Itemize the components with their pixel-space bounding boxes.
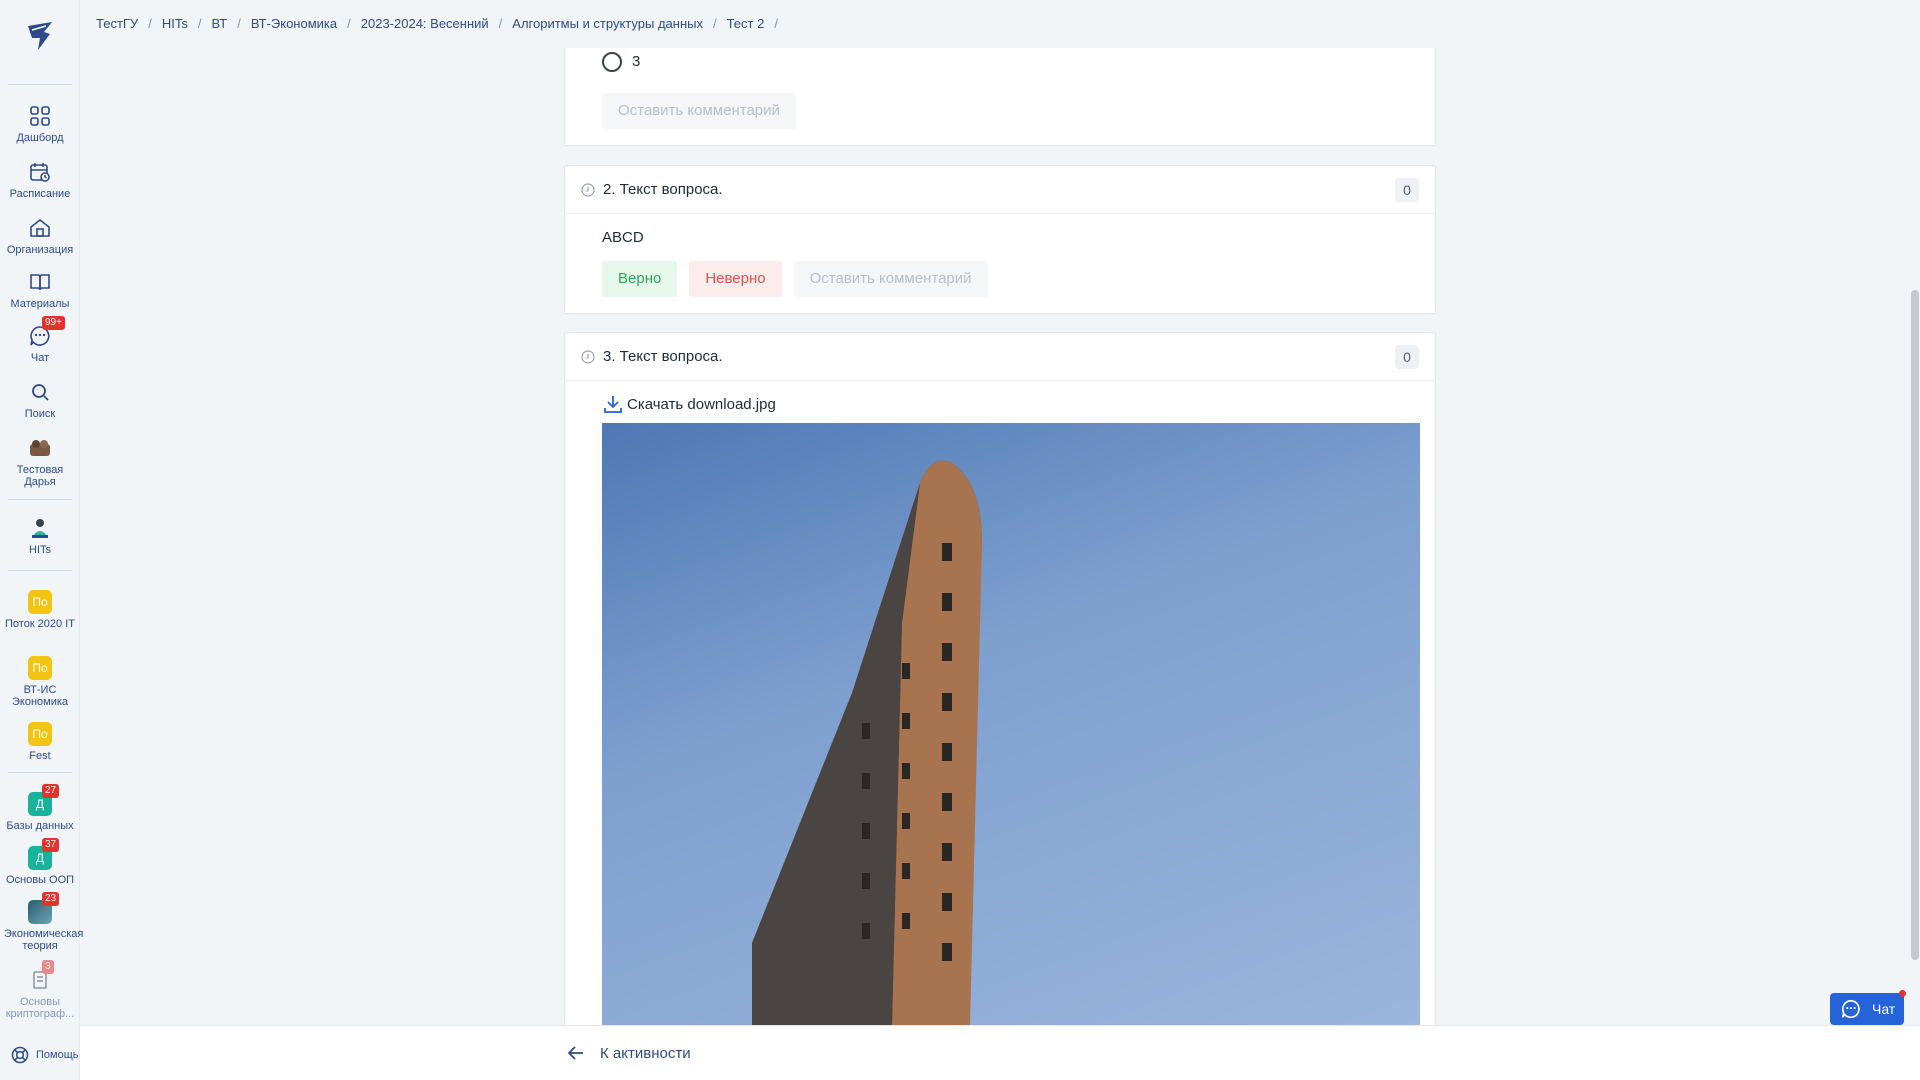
building-photo xyxy=(752,460,982,1025)
unread-badge: 99+ xyxy=(42,316,65,330)
sidebar-item-label: Расписание xyxy=(9,188,71,200)
dashboard-icon xyxy=(28,104,52,128)
course-avatar: Д 27 xyxy=(28,784,60,816)
sidebar-group-potok-2020[interactable]: По Поток 2020 IT xyxy=(0,590,80,630)
unread-badge: 27 xyxy=(42,784,60,798)
lifebuoy-icon xyxy=(11,1046,29,1064)
sidebar-divider xyxy=(8,772,72,773)
question-header: 3. Текст вопроса. 0 xyxy=(565,333,1435,381)
search-icon xyxy=(28,380,52,404)
sidebar-item-label: Тестовая Дарья xyxy=(16,464,64,488)
question-title: 2. Текст вопроса. xyxy=(603,181,723,198)
breadcrumb-item[interactable]: ТестГУ xyxy=(96,16,138,31)
sidebar-course-economics[interactable]: 23 Экономическая теория xyxy=(0,892,84,952)
sidebar-item-label: Экономическая теория xyxy=(4,928,84,952)
answer-radio[interactable] xyxy=(602,52,622,72)
home-icon xyxy=(28,216,52,240)
back-label: К активности xyxy=(600,1044,691,1062)
unread-badge: 3 xyxy=(42,960,54,974)
sidebar-item-label: ВТ-ИС Экономика xyxy=(11,684,69,708)
breadcrumb-item[interactable]: Алгоритмы и структуры данных xyxy=(512,16,703,31)
sidebar-divider xyxy=(8,570,72,571)
notification-dot xyxy=(1899,990,1906,997)
hits-logo-icon xyxy=(28,516,52,540)
footer-bar xyxy=(80,1025,1920,1080)
attached-image xyxy=(602,423,1420,1025)
sidebar-item-search[interactable]: Поиск xyxy=(0,380,80,420)
download-label: Скачать download.jpg xyxy=(627,395,776,413)
arrow-left-icon xyxy=(567,1046,583,1060)
sidebar-item-label: Поток 2020 IT xyxy=(5,618,75,630)
sidebar-item-materials[interactable]: Материалы xyxy=(0,270,80,310)
answer-option-label: 3 xyxy=(632,53,641,70)
download-link[interactable]: Скачать download.jpg xyxy=(603,394,776,414)
sidebar-item-schedule[interactable]: Расписание xyxy=(0,160,80,200)
group-avatar: По xyxy=(28,722,52,746)
sidebar-divider xyxy=(8,84,72,85)
chat-icon: 99+ xyxy=(28,316,65,348)
sidebar-course-databases[interactable]: Д 27 Базы данных xyxy=(0,784,80,832)
sidebar-item-organization[interactable]: Организация xyxy=(0,216,80,256)
avatar xyxy=(28,436,52,460)
unread-badge: 37 xyxy=(42,838,60,852)
group-avatar: По xyxy=(28,656,52,680)
chat-bubble-icon xyxy=(1841,999,1860,1019)
breadcrumb-item[interactable]: 2023-2024: Весенний xyxy=(361,16,489,31)
sidebar: Дашборд Расписание Организация Материалы… xyxy=(0,0,84,1080)
unread-badge: 23 xyxy=(42,892,60,906)
score-badge: 0 xyxy=(1395,345,1419,369)
group-avatar: По xyxy=(28,590,52,614)
wrong-button[interactable]: Неверно xyxy=(689,261,782,297)
sidebar-item-label: HITs xyxy=(29,544,51,556)
grading-actions: Верно Неверно Оставить комментарий xyxy=(602,261,988,297)
sidebar-item-label: Чат xyxy=(30,352,50,364)
sidebar-item-profile[interactable]: Тестовая Дарья xyxy=(0,436,80,488)
leave-comment-button[interactable]: Оставить комментарий xyxy=(793,261,988,297)
correct-button[interactable]: Верно xyxy=(602,261,678,297)
answer-text: ABCD xyxy=(602,229,644,246)
sidebar-item-dashboard[interactable]: Дашборд xyxy=(0,104,80,144)
breadcrumb-item[interactable]: HITs xyxy=(162,16,188,31)
question-card-1: 3 Оставить комментарий xyxy=(564,48,1436,146)
sidebar-course-crypto[interactable]: 3 Основы криптограф... xyxy=(0,960,80,1020)
course-avatar: Д 37 xyxy=(28,838,60,870)
sidebar-divider xyxy=(8,499,72,500)
clock-icon xyxy=(581,349,595,364)
sidebar-group-fest[interactable]: По Fest xyxy=(0,722,80,762)
sidebar-item-label: Материалы xyxy=(10,298,70,310)
download-icon xyxy=(604,396,622,413)
book-icon xyxy=(28,270,52,294)
chat-widget-button[interactable]: Чат xyxy=(1830,990,1906,1025)
sidebar-group-vt-is[interactable]: По ВТ-ИС Экономика xyxy=(0,656,80,708)
score-badge: 0 xyxy=(1395,178,1419,202)
question-title: 3. Текст вопроса. xyxy=(603,348,723,365)
breadcrumb-item[interactable]: ВТ-Экономика xyxy=(251,16,337,31)
chat-widget-label: Чат xyxy=(1872,1001,1896,1017)
app-logo-icon[interactable] xyxy=(22,18,58,54)
breadcrumb-item[interactable]: Тест 2 xyxy=(727,16,765,31)
sidebar-item-chat[interactable]: 99+ Чат xyxy=(0,316,80,364)
help-link[interactable]: Помощь xyxy=(10,1045,79,1065)
question-card-2: 2. Текст вопроса. 0 ABCD Верно Неверно О… xyxy=(564,165,1436,314)
sidebar-item-label: Дашборд xyxy=(16,132,64,144)
sidebar-item-label: Основы ООП xyxy=(5,874,75,886)
sidebar-item-label: Основы криптограф... xyxy=(5,996,75,1020)
sidebar-item-label: Организация xyxy=(6,244,74,256)
document-icon: 3 xyxy=(28,960,54,992)
scrollbar-thumb[interactable] xyxy=(1911,290,1919,960)
sidebar-item-label: Базы данных xyxy=(6,820,74,832)
breadcrumb-item[interactable]: ВТ xyxy=(211,16,227,31)
course-avatar: 23 xyxy=(28,892,60,924)
breadcrumb: ТестГУ / HITs / ВТ / ВТ-Экономика/ 2023-202… xyxy=(96,16,778,31)
sidebar-item-label: Fest xyxy=(29,750,51,762)
help-label: Помощь xyxy=(36,1049,79,1061)
sidebar-item-label: Поиск xyxy=(24,408,56,420)
question-header: 2. Текст вопроса. 0 xyxy=(565,166,1435,214)
sidebar-course-oop[interactable]: Д 37 Основы ООП xyxy=(0,838,80,886)
clock-icon xyxy=(581,182,595,197)
back-to-activity-link[interactable]: К активности xyxy=(566,1043,691,1063)
sidebar-item-hits[interactable]: HITs xyxy=(0,516,80,556)
leave-comment-button[interactable]: Оставить комментарий xyxy=(602,93,796,129)
calendar-icon xyxy=(28,160,52,184)
